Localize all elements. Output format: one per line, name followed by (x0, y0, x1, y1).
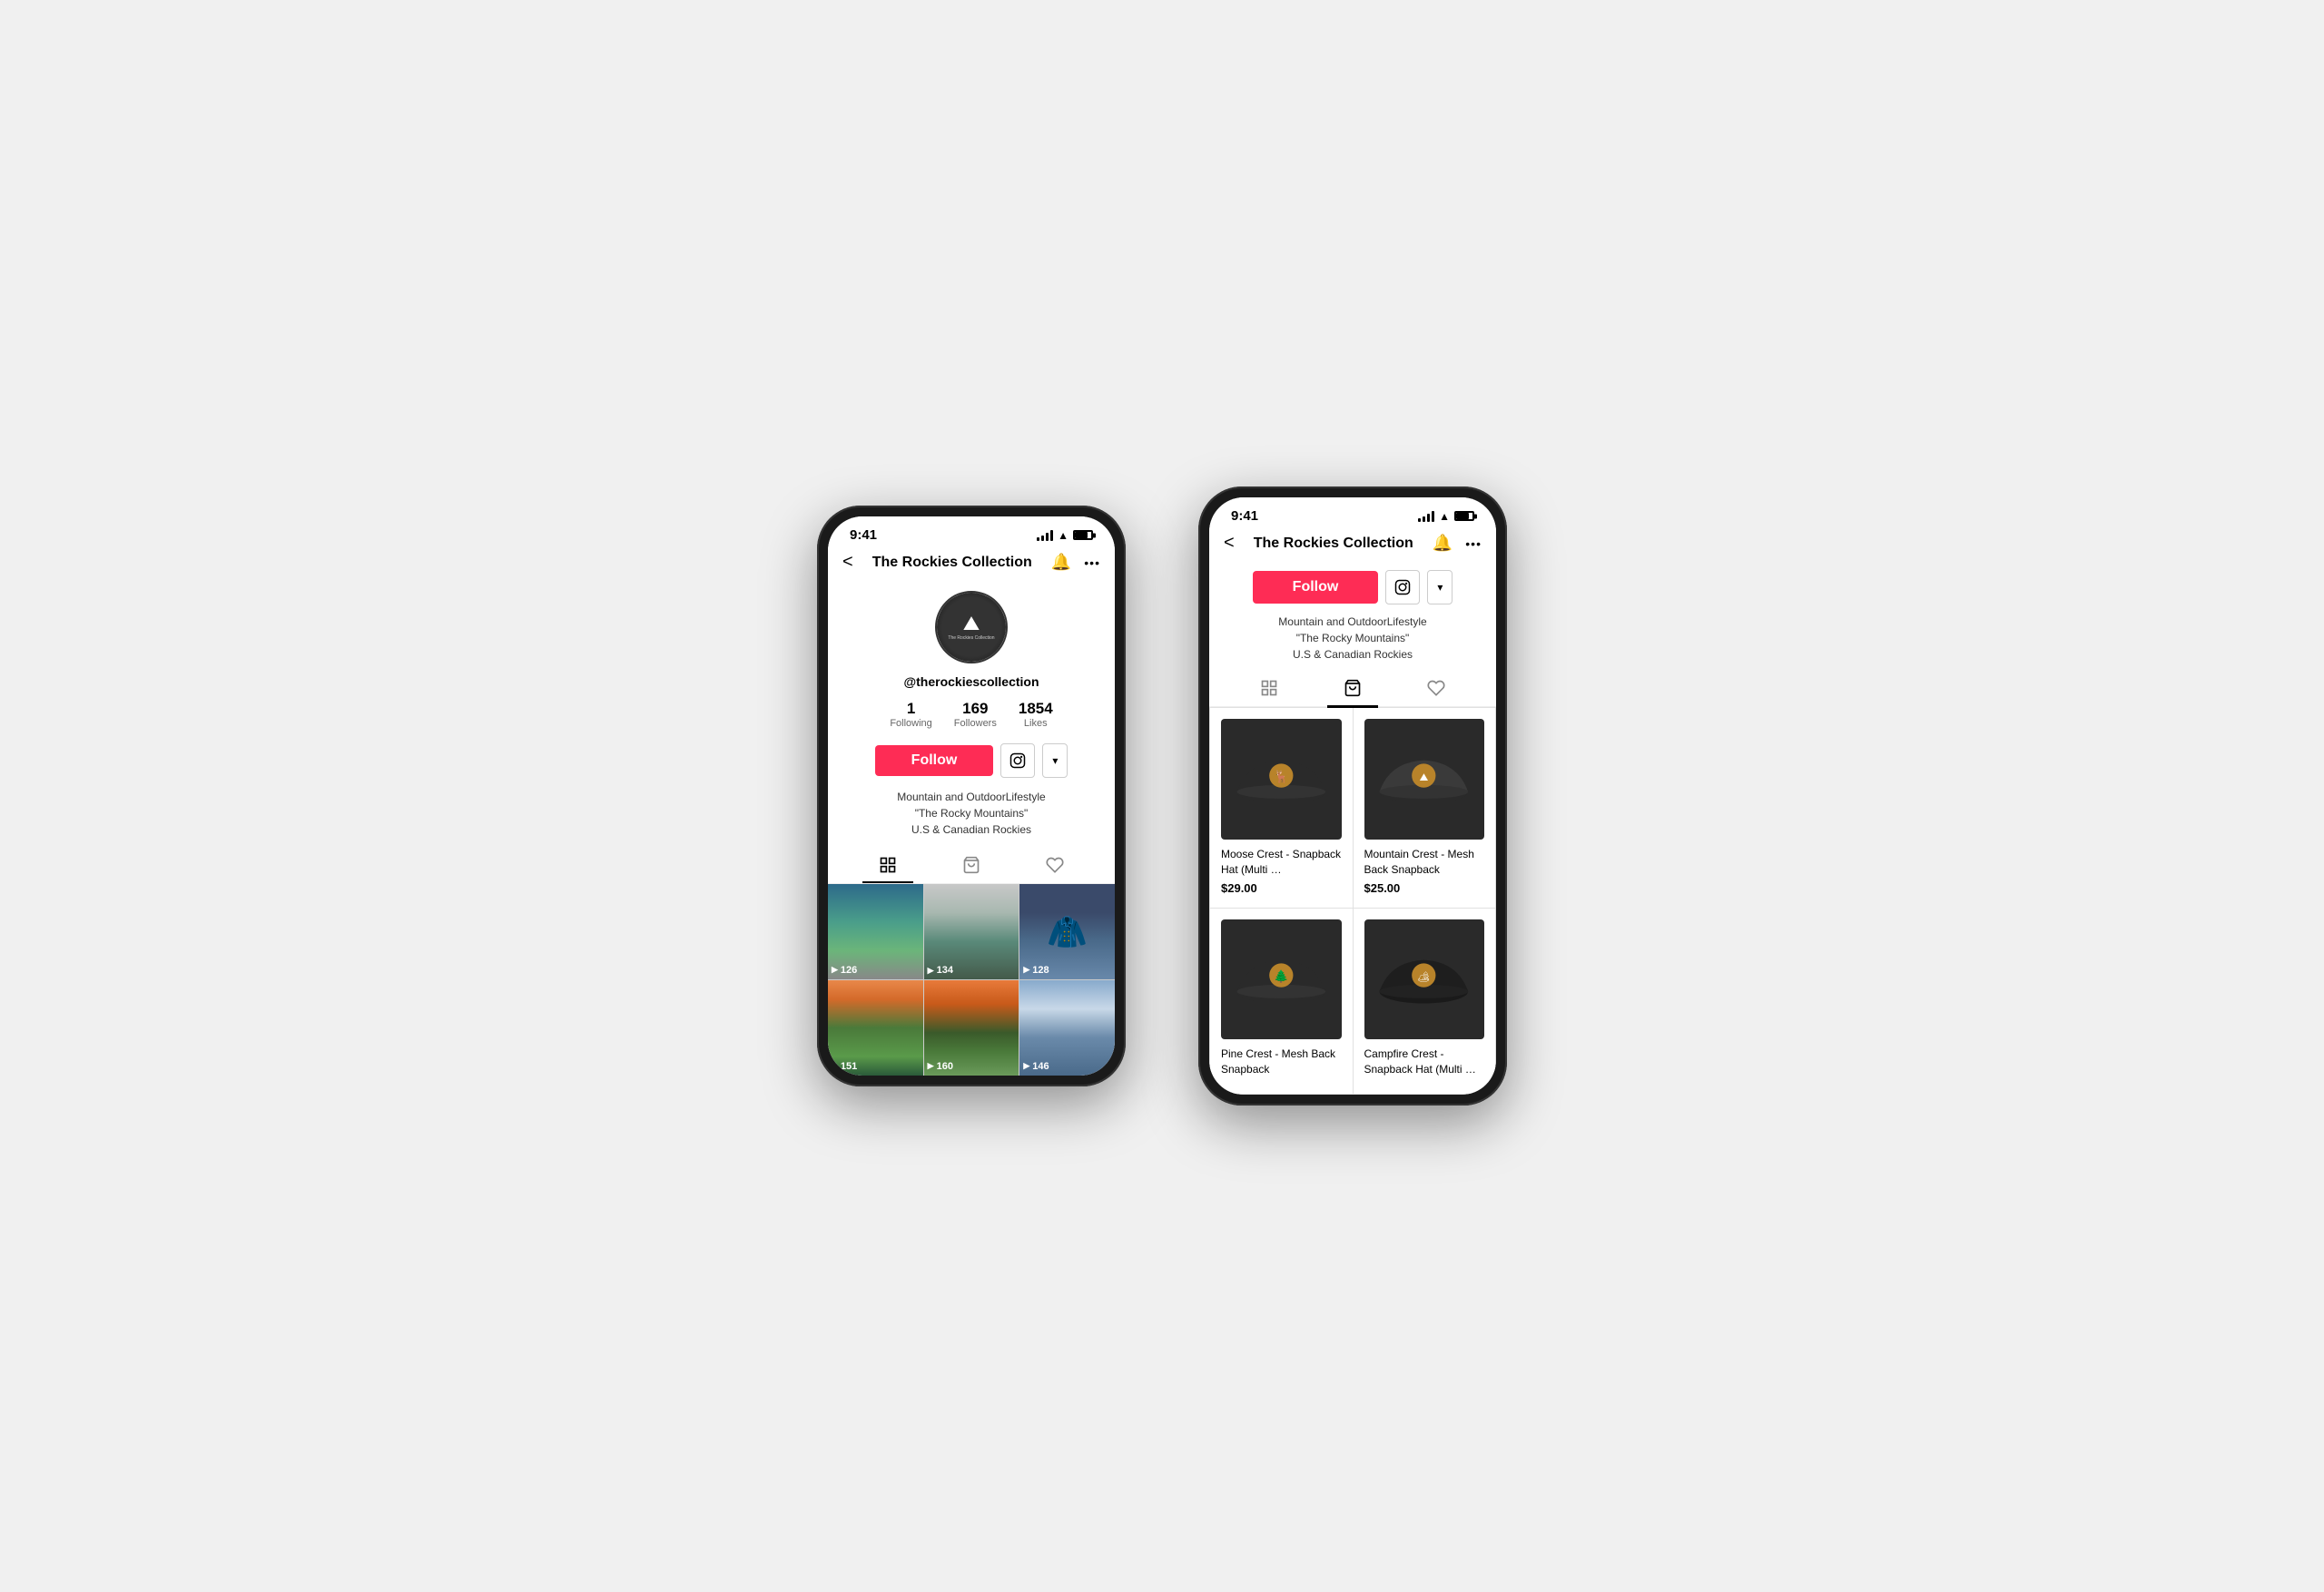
wifi-icon: ▲ (1058, 529, 1068, 542)
product-price-2: $25.00 (1364, 881, 1485, 895)
wifi-icon-right: ▲ (1439, 510, 1450, 523)
product-image-4: 🏕 (1364, 919, 1485, 1040)
phone-right: 9:41 ▲ < The Rockies Coll (1198, 486, 1507, 1105)
product-grid: 🦌 Moose Crest - Snapback Hat (Multi … $2… (1209, 707, 1496, 1094)
video-thumb-6[interactable]: ▶ 146 (1019, 980, 1115, 1076)
video-thumb-1[interactable]: ▶ 126 (828, 884, 923, 979)
product-name-3: Pine Crest - Mesh Back Snapback (1221, 1047, 1342, 1077)
shop-follow-row: Follow ▾ (1209, 561, 1496, 610)
bell-icon-right[interactable]: 🔔 (1433, 534, 1452, 553)
product-image-3: 🌲 (1221, 919, 1342, 1040)
battery-icon (1073, 530, 1093, 540)
tab-liked-left[interactable] (1013, 847, 1097, 883)
product-card-4[interactable]: 🏕 Campfire Crest - Snapback Hat (Multi … (1354, 909, 1496, 1094)
video-thumb-5[interactable]: ▶ 160 (924, 980, 1019, 1076)
instagram-button-left[interactable] (1000, 743, 1035, 778)
back-button-right[interactable]: < (1224, 533, 1235, 554)
avatar: ⛰ The Rockies Collection (935, 591, 1008, 663)
video-grid: ▶ 126 ▶ 134 🧥 ▶ 128 (828, 884, 1115, 1075)
product-card-1[interactable]: 🦌 Moose Crest - Snapback Hat (Multi … $2… (1210, 708, 1353, 907)
product-name-1: Moose Crest - Snapback Hat (Multi … (1221, 847, 1342, 878)
phone-left: 9:41 ▲ < The Rockies Coll (817, 506, 1126, 1086)
bell-icon-left[interactable]: 🔔 (1051, 553, 1071, 572)
nav-icons-right: 🔔 ••• (1433, 534, 1482, 553)
shop-bio: Mountain and OutdoorLifestyle "The Rocky… (1209, 610, 1496, 670)
product-name-2: Mountain Crest - Mesh Back Snapback (1364, 847, 1485, 878)
stats-row: 1 Following 169 Followers 1854 Likes (828, 693, 1115, 736)
product-card-2[interactable]: ⛰ Mountain Crest - Mesh Back Snapback $2… (1354, 708, 1496, 907)
status-icons-right: ▲ (1418, 510, 1474, 523)
svg-text:🦌: 🦌 (1274, 771, 1288, 784)
product-image-1: 🦌 (1221, 719, 1342, 840)
dropdown-button-left[interactable]: ▾ (1042, 743, 1068, 778)
nav-bar-right: < The Rockies Collection 🔔 ••• (1209, 527, 1496, 561)
follow-button-left[interactable]: Follow (875, 745, 994, 776)
svg-text:🌲: 🌲 (1274, 970, 1288, 984)
battery-icon-right (1454, 511, 1474, 521)
follow-row-left: Follow ▾ (828, 736, 1115, 785)
time-right: 9:41 (1231, 508, 1258, 524)
nav-bar-left: < The Rockies Collection 🔔 ••• (828, 546, 1115, 580)
product-price-1: $29.00 (1221, 881, 1342, 895)
tab-shop-left[interactable] (930, 847, 1013, 883)
instagram-button-right[interactable] (1385, 570, 1420, 604)
tab-videos[interactable] (846, 847, 930, 883)
status-icons-left: ▲ (1037, 529, 1093, 542)
svg-text:⛰: ⛰ (1420, 773, 1428, 784)
signal-icon (1037, 530, 1053, 541)
username-label: @therockiescollection (828, 671, 1115, 693)
product-card-3[interactable]: 🌲 Pine Crest - Mesh Back Snapback (1210, 909, 1353, 1094)
back-button-left[interactable]: < (842, 552, 853, 573)
phone-left-screen: 9:41 ▲ < The Rockies Coll (828, 516, 1115, 1075)
video-thumb-4[interactable]: ▶ 151 (828, 980, 923, 1076)
scene: 9:41 ▲ < The Rockies Coll (817, 486, 1507, 1105)
page-title-left: The Rockies Collection (872, 555, 1032, 571)
status-bar-right: 9:41 ▲ (1209, 497, 1496, 527)
stat-likes: 1854 Likes (1019, 700, 1053, 729)
video-thumb-3[interactable]: 🧥 ▶ 128 (1019, 884, 1115, 979)
profile-tabs-left (828, 847, 1115, 884)
time-left: 9:41 (850, 527, 877, 543)
page-title-right: The Rockies Collection (1254, 536, 1413, 552)
more-icon-right[interactable]: ••• (1465, 536, 1482, 551)
product-image-2: ⛰ (1364, 719, 1485, 840)
signal-icon-right (1418, 511, 1434, 522)
nav-icons-left: 🔔 ••• (1051, 553, 1100, 572)
svg-text:🏕: 🏕 (1418, 972, 1431, 984)
more-icon-left[interactable]: ••• (1084, 555, 1100, 570)
bio-left: Mountain and OutdoorLifestyle "The Rocky… (828, 785, 1115, 847)
dropdown-button-right[interactable]: ▾ (1427, 570, 1452, 604)
stat-following: 1 Following (890, 700, 931, 729)
tab-videos-right[interactable] (1227, 670, 1311, 706)
tab-shop-right[interactable] (1311, 670, 1394, 706)
shop-tabs (1209, 670, 1496, 707)
status-bar-left: 9:41 ▲ (828, 516, 1115, 546)
tab-liked-right[interactable] (1394, 670, 1478, 706)
video-thumb-2[interactable]: ▶ 134 (924, 884, 1019, 979)
phone-right-screen: 9:41 ▲ < The Rockies Coll (1209, 497, 1496, 1094)
product-name-4: Campfire Crest - Snapback Hat (Multi … (1364, 1047, 1485, 1077)
follow-button-right[interactable]: Follow (1253, 571, 1379, 604)
avatar-icon: ⛰ (963, 614, 980, 634)
stat-followers: 169 Followers (954, 700, 997, 729)
avatar-wrap: ⛰ The Rockies Collection (828, 580, 1115, 671)
